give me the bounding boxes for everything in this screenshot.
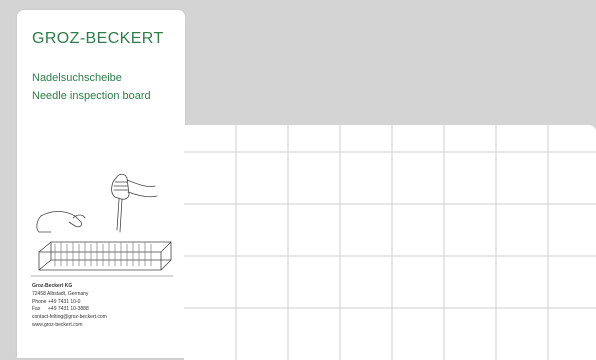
fax-label: Fax bbox=[32, 306, 41, 313]
title-english: Needle inspection board bbox=[32, 90, 151, 102]
title-german: Nadelsuchscheibe bbox=[32, 72, 122, 84]
address: 72458 Albstadt, Germany bbox=[32, 290, 89, 297]
inspection-grid bbox=[184, 125, 596, 360]
phone-number: +49 7431 10-0 bbox=[48, 298, 81, 305]
company-name: Groz-Beckert KG bbox=[32, 283, 73, 289]
needle-inspection-illustration bbox=[30, 173, 174, 277]
fax-number: +49 7431 10-3888 bbox=[48, 306, 89, 313]
contact-block: Groz-Beckert KG 72458 Albstadt, Germany … bbox=[32, 283, 107, 330]
phone-label: Phone bbox=[32, 298, 47, 305]
fax-line: Fax +49 7431 10-3888 bbox=[32, 306, 107, 314]
brand-logo: GROZ-BECKERT bbox=[32, 30, 164, 47]
website: www.groz-beckert.com bbox=[32, 321, 83, 328]
email: contact-felting@groz-beckert.com bbox=[32, 314, 107, 321]
inspection-card: GROZ-BECKERT Nadelsuchscheibe Needle ins… bbox=[17, 10, 185, 358]
phone-line: Phone +49 7431 10-0 bbox=[32, 299, 107, 307]
inspection-grid-board bbox=[184, 125, 596, 360]
